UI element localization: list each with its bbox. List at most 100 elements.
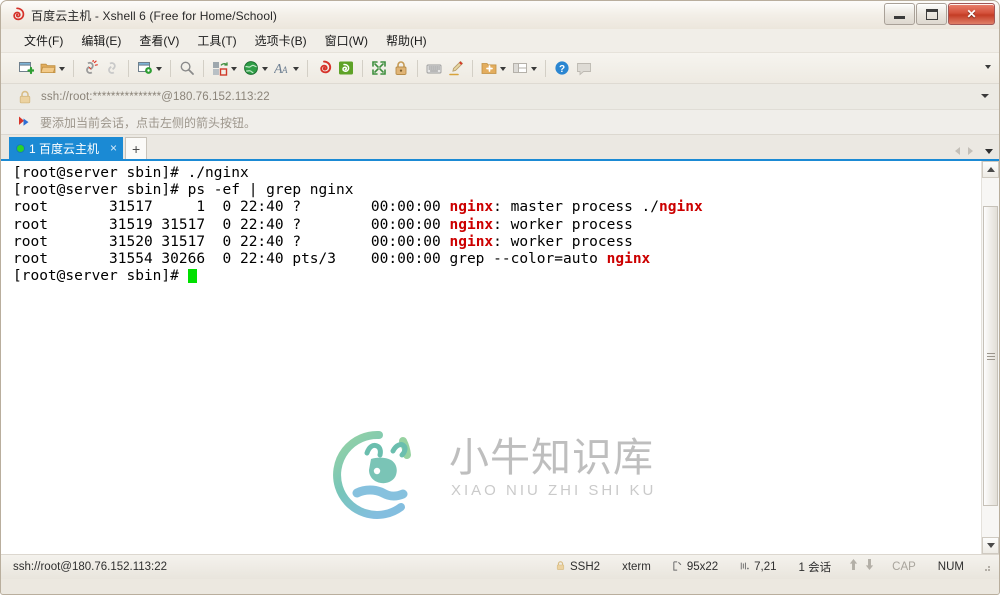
globe-icon bbox=[244, 61, 258, 75]
scroll-up-button[interactable] bbox=[982, 161, 999, 178]
font-size-icon: A A bbox=[274, 62, 288, 76]
resize-grip-icon[interactable] bbox=[981, 562, 991, 572]
fullscreen-icon bbox=[372, 61, 386, 75]
terminal-line: root 31554 30266 0 22:40 pts/3 00:00:00 … bbox=[13, 251, 981, 268]
chevron-down-icon[interactable] bbox=[531, 67, 537, 71]
download-arrow-icon bbox=[864, 558, 875, 576]
chevron-down-icon[interactable] bbox=[262, 67, 268, 71]
add-to-folder-button[interactable] bbox=[478, 56, 509, 80]
chevron-down-icon[interactable] bbox=[59, 67, 65, 71]
globe-button[interactable] bbox=[240, 56, 271, 80]
keyboard-button[interactable] bbox=[423, 56, 445, 80]
address-dropdown-icon[interactable] bbox=[981, 94, 989, 98]
help-button[interactable]: ? bbox=[551, 56, 573, 80]
session-properties-button[interactable] bbox=[134, 56, 165, 80]
chevron-down-icon[interactable] bbox=[156, 67, 162, 71]
disconnect-button[interactable] bbox=[79, 56, 101, 80]
chevron-left-icon[interactable] bbox=[955, 147, 960, 155]
status-url: ssh://root@180.76.152.113:22 bbox=[13, 561, 168, 573]
chevron-down-icon[interactable] bbox=[500, 67, 506, 71]
highlight-pen-button[interactable] bbox=[445, 56, 467, 80]
maximize-button[interactable] bbox=[916, 3, 947, 25]
help-icon: ? bbox=[555, 61, 569, 75]
xftp-button[interactable] bbox=[335, 56, 357, 80]
status-indicators: SSH2 xterm 95x22 7,21 1 会话 CAP NUM bbox=[544, 558, 991, 576]
window-controls: ✕ bbox=[884, 3, 995, 25]
new-tab-button[interactable]: + bbox=[125, 137, 148, 159]
terminal-line: [root@server sbin]# ps -ef | grep nginx bbox=[13, 182, 981, 199]
scrollbar-thumb[interactable] bbox=[983, 206, 998, 506]
terminal-line: root 31517 1 0 22:40 ? 00:00:00 nginx: m… bbox=[13, 199, 981, 216]
terminal-line: root 31520 31517 0 22:40 ? 00:00:00 ngin… bbox=[13, 234, 981, 251]
comment-button[interactable] bbox=[573, 56, 595, 80]
reconnect-button[interactable] bbox=[101, 56, 123, 80]
open-folder-button[interactable] bbox=[37, 56, 68, 80]
disconnect-icon bbox=[86, 60, 98, 74]
scroll-down-arrow-icon bbox=[986, 543, 995, 548]
chevron-down-icon[interactable] bbox=[293, 67, 299, 71]
upload-arrow-icon bbox=[848, 558, 859, 576]
scroll-down-button[interactable] bbox=[982, 537, 999, 554]
find-icon bbox=[180, 61, 194, 75]
scrollbar-track[interactable] bbox=[982, 178, 999, 537]
terminal-output[interactable]: 小牛知识库 XIAO NIU ZHI SHI KU [root@server s… bbox=[1, 161, 981, 554]
status-size-label: 95x22 bbox=[686, 561, 719, 573]
menu-window[interactable]: 窗口(W) bbox=[316, 29, 377, 52]
window-title: 百度云主机 - Xshell 6 (Free for Home/School) bbox=[31, 8, 277, 23]
terminal-text: : worker process bbox=[493, 233, 633, 250]
toolbar-separator bbox=[417, 59, 418, 77]
terminal-scrollbar[interactable] bbox=[981, 161, 999, 554]
xshell-button[interactable] bbox=[313, 56, 335, 80]
menu-tabs[interactable]: 选项卡(B) bbox=[246, 29, 316, 52]
close-button[interactable]: ✕ bbox=[948, 3, 995, 25]
tab-close-icon[interactable]: × bbox=[110, 142, 117, 154]
close-icon: ✕ bbox=[966, 7, 977, 21]
tab-list-icon[interactable] bbox=[985, 148, 993, 154]
menu-tools[interactable]: 工具(T) bbox=[188, 29, 245, 52]
terminal-line: [root@server sbin]# ./nginx bbox=[13, 165, 981, 182]
menu-file[interactable]: 文件(F) bbox=[15, 29, 72, 52]
minimize-icon bbox=[894, 15, 905, 19]
transfer-file-button[interactable] bbox=[209, 56, 240, 80]
xshell-spiral-icon bbox=[9, 7, 25, 23]
terminal-text: root 31520 31517 0 22:40 ? 00:00:00 bbox=[13, 233, 450, 250]
toolbar-separator bbox=[545, 59, 546, 77]
tab-baidu-cloud-host[interactable]: 1 百度云主机 × bbox=[9, 137, 124, 159]
toolbar-separator bbox=[307, 59, 308, 77]
status-num-lock: NUM bbox=[937, 561, 964, 573]
status-bar: ssh://root@180.76.152.113:22 SSH2 xterm bbox=[1, 554, 999, 579]
lock-icon bbox=[555, 560, 566, 574]
toolbar-overflow-icon[interactable] bbox=[985, 65, 991, 69]
font-size-button[interactable]: A A bbox=[271, 56, 302, 80]
reconnect-link-icon bbox=[108, 62, 116, 74]
xshell-spiral-icon bbox=[320, 60, 332, 74]
chevron-right-icon[interactable] bbox=[968, 147, 973, 155]
hint-text: 要添加当前会话，点击左侧的箭头按钮。 bbox=[40, 115, 257, 130]
find-button[interactable] bbox=[176, 56, 198, 80]
fullscreen-button[interactable] bbox=[368, 56, 390, 80]
terminal-cursor bbox=[187, 269, 197, 284]
address-bar[interactable]: ssh://root:***************@180.76.152.11… bbox=[1, 84, 999, 110]
terminal-match: nginx bbox=[659, 199, 703, 216]
open-folder-icon bbox=[40, 63, 56, 73]
new-session-button[interactable] bbox=[15, 56, 37, 80]
xiaoniu-bull-logo bbox=[333, 430, 411, 519]
minimize-button[interactable] bbox=[884, 3, 915, 25]
terminal-text: root 31517 1 0 22:40 ? 00:00:00 bbox=[13, 199, 450, 216]
terminal-size-icon bbox=[673, 560, 683, 574]
session-properties-icon bbox=[138, 62, 152, 74]
menu-help[interactable]: 帮助(H) bbox=[377, 29, 436, 52]
status-protocol-label: SSH2 bbox=[570, 561, 601, 573]
address-input[interactable]: ssh://root:***************@180.76.152.11… bbox=[41, 91, 270, 103]
terminal-match: nginx bbox=[449, 233, 494, 250]
lock-button[interactable] bbox=[390, 56, 412, 80]
xshell-window: 百度云主机 - Xshell 6 (Free for Home/School) … bbox=[0, 0, 1000, 595]
chevron-down-icon[interactable] bbox=[231, 67, 237, 71]
menu-view[interactable]: 查看(V) bbox=[130, 29, 188, 52]
menu-edit[interactable]: 编辑(E) bbox=[72, 29, 130, 52]
split-layout-button[interactable] bbox=[509, 56, 540, 80]
terminal-text: : master process ./ bbox=[493, 199, 660, 216]
tab-navigation bbox=[955, 147, 993, 155]
status-terminal-type: xterm bbox=[622, 561, 651, 573]
scrollbar-grip-icon bbox=[986, 351, 995, 362]
